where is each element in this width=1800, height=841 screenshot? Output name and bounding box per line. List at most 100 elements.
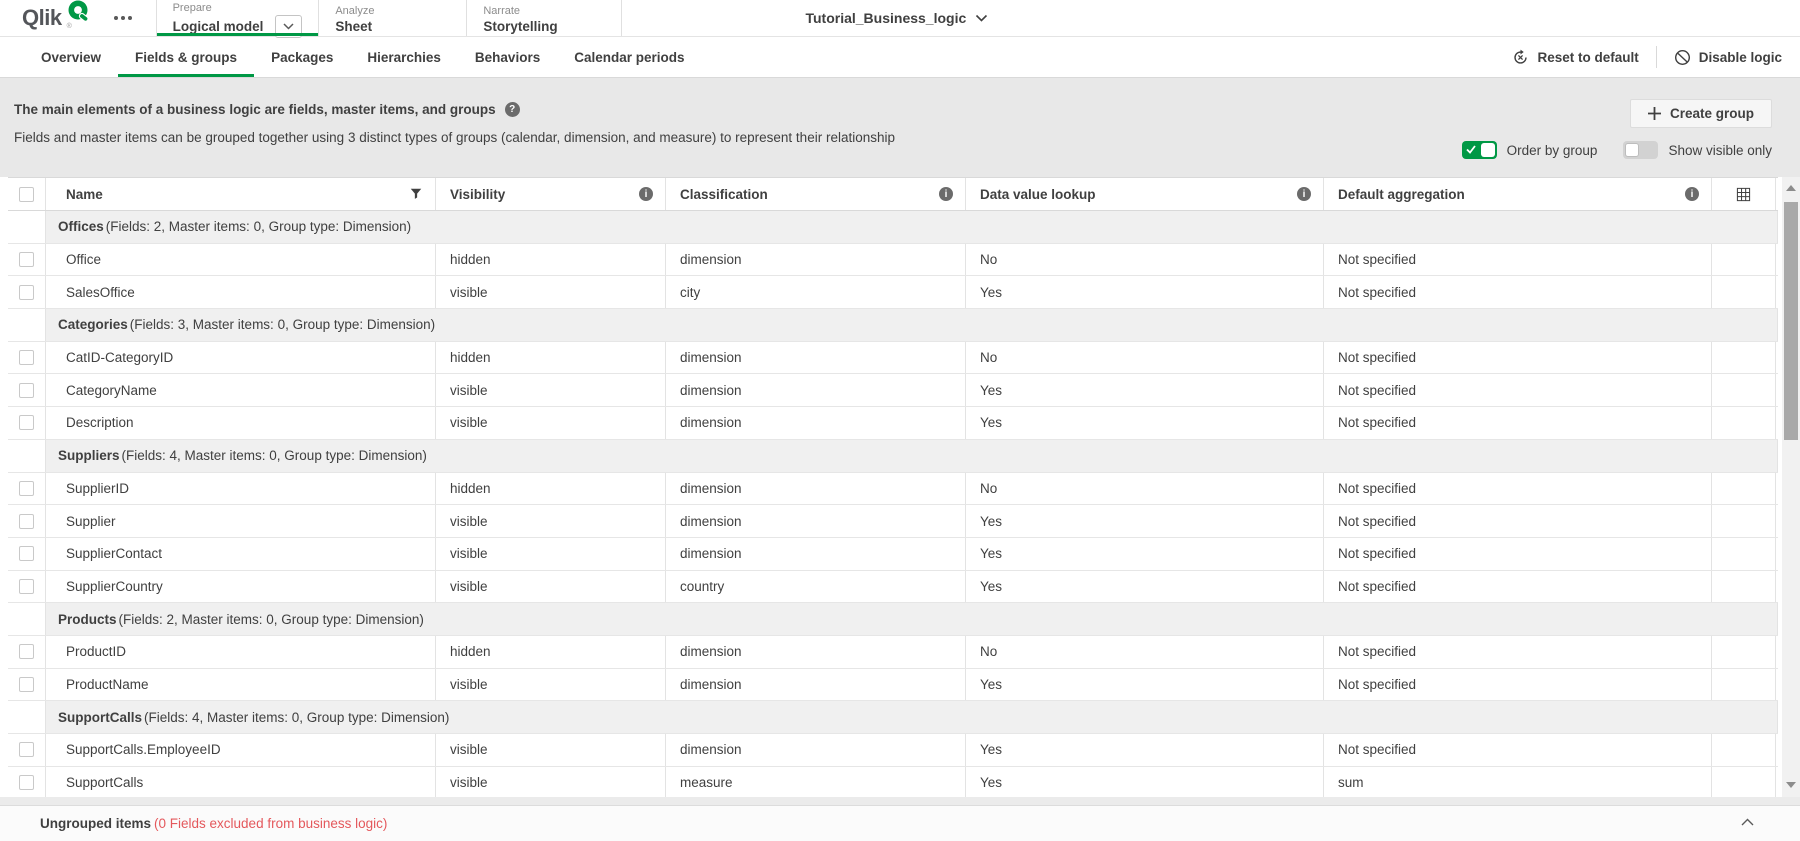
table-row[interactable]: OfficehiddendimensionNoNot specified <box>8 244 1778 277</box>
reset-to-default-button[interactable]: Reset to default <box>1512 49 1638 66</box>
row-checkbox[interactable] <box>19 252 34 267</box>
tab-fields-and-groups[interactable]: Fields & groups <box>118 37 254 77</box>
table-row[interactable]: SuppliervisibledimensionYesNot specified <box>8 505 1778 538</box>
group-header-row[interactable]: Offices(Fields: 2, Master items: 0, Grou… <box>8 211 1778 244</box>
cell-data-value-lookup[interactable]: Yes <box>966 571 1324 603</box>
tab-overview[interactable]: Overview <box>24 37 118 77</box>
cell-data-value-lookup[interactable]: No <box>966 636 1324 668</box>
table-row[interactable]: SupplierCountryvisiblecountryYesNot spec… <box>8 571 1778 604</box>
cell-default-aggregation[interactable]: Not specified <box>1324 571 1712 603</box>
cell-visibility[interactable]: visible <box>436 734 666 766</box>
group-header-row[interactable]: SupportCalls(Fields: 4, Master items: 0,… <box>8 701 1778 734</box>
cell-name[interactable]: Supplier <box>46 505 436 537</box>
cell-visibility[interactable]: hidden <box>436 473 666 505</box>
disable-logic-button[interactable]: Disable logic <box>1674 49 1782 66</box>
cell-default-aggregation[interactable]: Not specified <box>1324 276 1712 308</box>
create-group-button[interactable]: Create group <box>1630 99 1772 128</box>
cell-data-value-lookup[interactable]: Yes <box>966 407 1324 439</box>
cell-classification[interactable]: city <box>666 276 966 308</box>
cell-name[interactable]: CategoryName <box>46 374 436 406</box>
app-title-menu[interactable]: Tutorial_Business_logic <box>805 0 987 36</box>
cell-data-value-lookup[interactable]: Yes <box>966 734 1324 766</box>
cell-default-aggregation[interactable]: Not specified <box>1324 669 1712 701</box>
show-visible-only-toggle[interactable] <box>1623 141 1658 159</box>
group-header-row[interactable]: Suppliers(Fields: 4, Master items: 0, Gr… <box>8 440 1778 473</box>
tab-calendar-periods[interactable]: Calendar periods <box>557 37 701 77</box>
cell-visibility[interactable]: visible <box>436 505 666 537</box>
table-row[interactable]: DescriptionvisibledimensionYesNot specif… <box>8 407 1778 440</box>
cell-classification[interactable]: dimension <box>666 538 966 570</box>
info-icon[interactable] <box>639 187 653 201</box>
cell-data-value-lookup[interactable]: No <box>966 244 1324 276</box>
col-header-visibility[interactable]: Visibility <box>436 178 666 210</box>
row-checkbox[interactable] <box>19 481 34 496</box>
col-header-name[interactable]: Name <box>46 178 436 210</box>
col-header-default-aggregation[interactable]: Default aggregation <box>1324 178 1712 210</box>
cell-visibility[interactable]: visible <box>436 571 666 603</box>
row-checkbox[interactable] <box>19 415 34 430</box>
group-header-row[interactable]: Products(Fields: 2, Master items: 0, Gro… <box>8 603 1778 636</box>
cell-default-aggregation[interactable]: Not specified <box>1324 734 1712 766</box>
ungrouped-items-bar[interactable]: Ungrouped items (0 Fields excluded from … <box>0 805 1800 841</box>
cell-classification[interactable]: dimension <box>666 734 966 766</box>
table-row[interactable]: ProductIDhiddendimensionNoNot specified <box>8 636 1778 669</box>
cell-classification[interactable]: dimension <box>666 407 966 439</box>
cell-classification[interactable]: dimension <box>666 473 966 505</box>
row-checkbox[interactable] <box>19 514 34 529</box>
order-by-group-toggle[interactable] <box>1462 141 1497 159</box>
cell-data-value-lookup[interactable]: Yes <box>966 538 1324 570</box>
nav-section-prepare[interactable]: Prepare Logical model <box>157 0 320 36</box>
row-checkbox[interactable] <box>19 775 34 790</box>
cell-name[interactable]: ProductID <box>46 636 436 668</box>
grid-icon[interactable] <box>1736 187 1751 202</box>
cell-default-aggregation[interactable]: Not specified <box>1324 505 1712 537</box>
cell-visibility[interactable]: visible <box>436 407 666 439</box>
cell-classification[interactable]: dimension <box>666 374 966 406</box>
cell-visibility[interactable]: visible <box>436 767 666 797</box>
scroll-down-arrow[interactable] <box>1782 777 1800 793</box>
table-row[interactable]: CatID-CategoryIDhiddendimensionNoNot spe… <box>8 342 1778 375</box>
table-row[interactable]: SalesOfficevisiblecityYesNot specified <box>8 276 1778 309</box>
table-row[interactable]: SupplierIDhiddendimensionNoNot specified <box>8 473 1778 506</box>
table-row[interactable]: SupportCalls.EmployeeIDvisibledimensionY… <box>8 734 1778 767</box>
cell-name[interactable]: ProductName <box>46 669 436 701</box>
cell-visibility[interactable]: hidden <box>436 342 666 374</box>
group-header-row[interactable]: Categories(Fields: 3, Master items: 0, G… <box>8 309 1778 342</box>
tab-behaviors[interactable]: Behaviors <box>458 37 557 77</box>
row-checkbox[interactable] <box>19 742 34 757</box>
scrollbar-thumb[interactable] <box>1784 202 1798 440</box>
cell-name[interactable]: SupplierContact <box>46 538 436 570</box>
table-row[interactable]: ProductNamevisibledimensionYesNot specif… <box>8 669 1778 702</box>
cell-default-aggregation[interactable]: sum <box>1324 767 1712 797</box>
cell-data-value-lookup[interactable]: Yes <box>966 767 1324 797</box>
cell-data-value-lookup[interactable]: Yes <box>966 276 1324 308</box>
col-header-grid[interactable] <box>1712 178 1776 210</box>
cell-data-value-lookup[interactable]: No <box>966 342 1324 374</box>
col-header-classification[interactable]: Classification <box>666 178 966 210</box>
cell-classification[interactable]: dimension <box>666 505 966 537</box>
tab-packages[interactable]: Packages <box>254 37 350 77</box>
cell-data-value-lookup[interactable]: No <box>966 473 1324 505</box>
table-row[interactable]: SupplierContactvisibledimensionYesNot sp… <box>8 538 1778 571</box>
nav-section-narrate[interactable]: Narrate Storytelling <box>467 0 622 36</box>
row-checkbox[interactable] <box>19 644 34 659</box>
cell-data-value-lookup[interactable]: Yes <box>966 505 1324 537</box>
info-icon[interactable] <box>939 187 953 201</box>
help-icon[interactable] <box>505 102 520 117</box>
cell-name[interactable]: SalesOffice <box>46 276 436 308</box>
cell-classification[interactable]: dimension <box>666 636 966 668</box>
chevron-up-icon[interactable] <box>1741 818 1754 826</box>
cell-default-aggregation[interactable]: Not specified <box>1324 473 1712 505</box>
table-row[interactable]: CategoryNamevisibledimensionYesNot speci… <box>8 374 1778 407</box>
row-checkbox[interactable] <box>19 383 34 398</box>
cell-visibility[interactable]: visible <box>436 276 666 308</box>
cell-visibility[interactable]: hidden <box>436 244 666 276</box>
row-checkbox[interactable] <box>19 579 34 594</box>
info-icon[interactable] <box>1297 187 1311 201</box>
cell-classification[interactable]: dimension <box>666 669 966 701</box>
cell-classification[interactable]: dimension <box>666 244 966 276</box>
cell-classification[interactable]: country <box>666 571 966 603</box>
cell-name[interactable]: SupportCalls <box>46 767 436 797</box>
cell-default-aggregation[interactable]: Not specified <box>1324 342 1712 374</box>
cell-classification[interactable]: dimension <box>666 342 966 374</box>
